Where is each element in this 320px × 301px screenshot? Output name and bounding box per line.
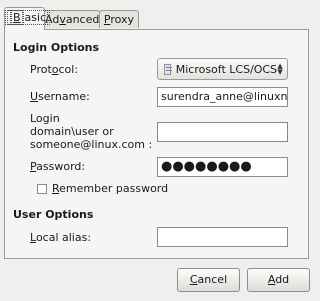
tab-basic-label: Basic bbox=[5, 10, 51, 25]
protocol-select-value: Microsoft LCS/OCS bbox=[175, 62, 278, 76]
remember-password-checkbox[interactable] bbox=[37, 184, 47, 194]
login-label: Login domain\user or someone@linux.com : bbox=[30, 112, 153, 151]
tab-advanced-label: Advanced bbox=[45, 13, 100, 26]
window-icon bbox=[164, 63, 172, 75]
username-label: Username: bbox=[30, 90, 90, 103]
remember-password-label[interactable]: Remember password bbox=[52, 182, 168, 195]
password-label: Password: bbox=[30, 160, 86, 173]
tab-proxy[interactable]: Proxy bbox=[99, 10, 139, 28]
login-field[interactable] bbox=[157, 122, 288, 142]
tab-advanced[interactable]: Advanced bbox=[44, 10, 100, 28]
tab-proxy-label: Proxy bbox=[103, 13, 135, 26]
password-field[interactable]: ●●●●●●●● bbox=[157, 157, 288, 177]
add-button[interactable]: Add bbox=[247, 268, 310, 292]
tab-basic[interactable]: Basic bbox=[4, 7, 51, 30]
local-alias-field[interactable] bbox=[157, 227, 288, 247]
protocol-label: Protocol: bbox=[30, 63, 79, 76]
user-options-heading: User Options bbox=[13, 208, 94, 221]
local-alias-label: Local alias: bbox=[30, 231, 92, 244]
protocol-select[interactable]: Microsoft LCS/OCS ▲ ▼ bbox=[157, 58, 288, 80]
cancel-button[interactable]: Cancel bbox=[177, 268, 240, 292]
login-options-heading: Login Options bbox=[13, 41, 100, 54]
username-field[interactable]: surendra_anne@linuxnix. bbox=[157, 87, 288, 107]
updown-arrows-icon: ▲ ▼ bbox=[277, 62, 283, 76]
